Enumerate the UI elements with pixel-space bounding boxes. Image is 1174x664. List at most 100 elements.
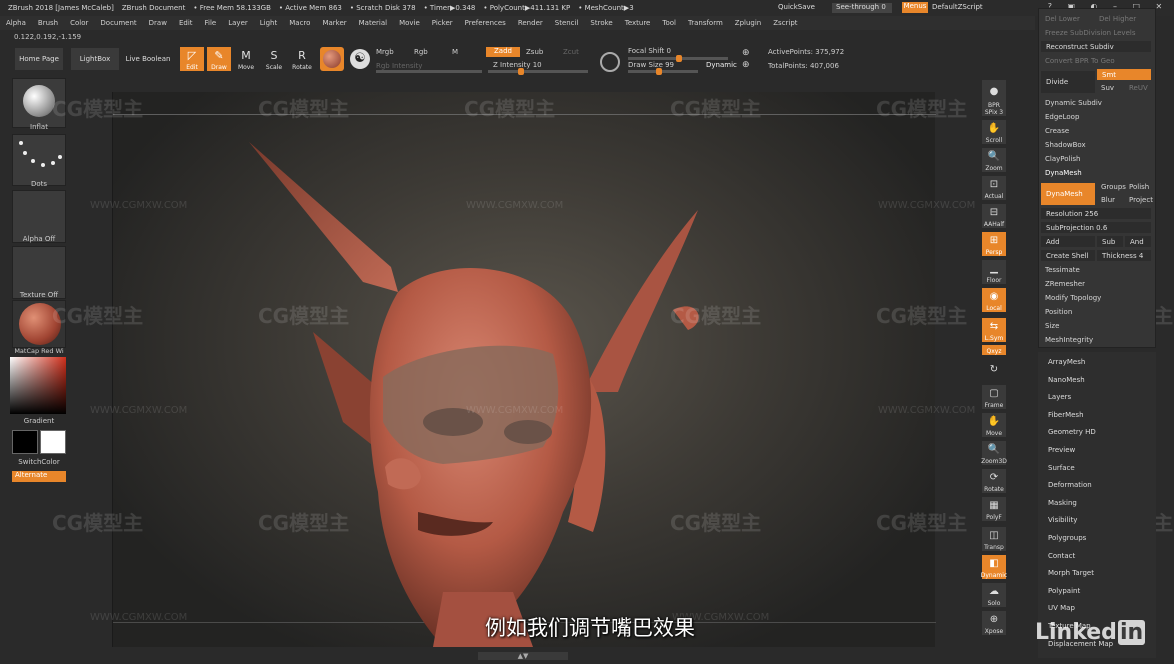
m-button[interactable]: M <box>452 48 458 56</box>
claypolish-section[interactable]: ClayPolish <box>1045 155 1081 163</box>
rgb-intensity-slider[interactable] <box>376 70 482 73</box>
thickness-slider[interactable]: Thickness 4 <box>1097 250 1151 261</box>
suv-toggle[interactable]: Suv <box>1101 84 1114 92</box>
draw-size-knob[interactable] <box>656 68 662 75</box>
menu-item-picker[interactable]: Picker <box>426 19 459 27</box>
alternate-button[interactable]: Alternate <box>12 471 66 482</box>
dynamesh-header[interactable]: DynaMesh <box>1045 169 1082 177</box>
convert-bpr-button[interactable]: Convert BPR To Geo <box>1045 57 1115 65</box>
menu-item-stencil[interactable]: Stencil <box>549 19 585 27</box>
add-button[interactable]: Add <box>1041 236 1095 247</box>
meshintegrity-section[interactable]: MeshIntegrity <box>1045 336 1093 344</box>
subpalette-polypaint[interactable]: Polypaint <box>1048 587 1080 595</box>
size-section[interactable]: Size <box>1045 322 1059 330</box>
secondary-color-swatch[interactable] <box>40 430 66 454</box>
stroke-slot[interactable] <box>12 134 66 186</box>
actual-button[interactable]: ⊡ Actual <box>982 176 1006 200</box>
floor-button[interactable]: ▁ Floor <box>982 260 1006 284</box>
subpalette-masking[interactable]: Masking <box>1048 499 1077 507</box>
menu-item-macro[interactable]: Macro <box>283 19 316 27</box>
scroll-button[interactable]: ✋ Scroll <box>982 120 1006 144</box>
blur-slider[interactable]: Blur <box>1101 196 1115 204</box>
menu-item-zplugin[interactable]: Zplugin <box>729 19 767 27</box>
menu-item-layer[interactable]: Layer <box>222 19 254 27</box>
dynamesh-button[interactable]: DynaMesh <box>1041 183 1095 205</box>
close-icon[interactable]: ✕ <box>1156 2 1163 13</box>
menu-item-preferences[interactable]: Preferences <box>459 19 512 27</box>
menu-item-stroke[interactable]: Stroke <box>584 19 618 27</box>
mrgb-button[interactable]: Mrgb <box>376 48 394 56</box>
menu-item-draw[interactable]: Draw <box>143 19 173 27</box>
freeze-subdiv-button[interactable]: Freeze SubDivision Levels <box>1045 29 1135 37</box>
edgeloop-section[interactable]: EdgeLoop <box>1045 113 1079 121</box>
zsub-button[interactable]: Zsub <box>526 48 543 56</box>
viewport[interactable] <box>112 92 936 647</box>
crease-section[interactable]: Crease <box>1045 127 1069 135</box>
subpalette-deformation[interactable]: Deformation <box>1048 481 1092 489</box>
and-button[interactable]: And <box>1125 236 1151 247</box>
z-intensity-knob[interactable] <box>518 68 524 75</box>
xyz-button[interactable]: Qxyz <box>982 345 1006 355</box>
zremesher-section[interactable]: ZRemesher <box>1045 280 1085 288</box>
rotate-view-button[interactable]: ⟳ Rotate <box>982 469 1006 493</box>
reconstruct-subdiv-button[interactable]: Reconstruct Subdiv <box>1041 41 1151 52</box>
bottom-shelf-handle[interactable]: ▲▼ <box>478 652 568 660</box>
menus-button[interactable]: Menus <box>902 2 928 13</box>
divide-button[interactable]: Divide <box>1041 71 1095 93</box>
color-picker[interactable] <box>10 357 66 414</box>
del-higher-button[interactable]: Del Higher <box>1099 15 1136 23</box>
switchcolor-button[interactable]: SwitchColor <box>12 458 66 466</box>
subpalette-uv-map[interactable]: UV Map <box>1048 604 1075 612</box>
transp-button[interactable]: ◫ Transp <box>982 527 1006 551</box>
live-boolean-button[interactable]: Live Boolean <box>122 47 174 71</box>
menu-item-document[interactable]: Document <box>94 19 142 27</box>
groups-toggle[interactable]: Groups <box>1101 183 1126 191</box>
bpr-button[interactable]: ● BPR SPix 3 <box>982 80 1006 116</box>
project-toggle[interactable]: Project <box>1129 196 1153 204</box>
rotate-axis-icons[interactable]: ↻ <box>982 358 1006 380</box>
frame-button[interactable]: ▢ Frame <box>982 385 1006 409</box>
menu-item-color[interactable]: Color <box>64 19 94 27</box>
dynamic-view-button[interactable]: ◧ Dynamic <box>981 555 1007 579</box>
subpalette-surface[interactable]: Surface <box>1048 464 1075 472</box>
subpalette-polygroups[interactable]: Polygroups <box>1048 534 1086 542</box>
menu-item-edit[interactable]: Edit <box>173 19 199 27</box>
subpalette-arraymesh[interactable]: ArrayMesh <box>1048 358 1085 366</box>
lsym-button[interactable]: ⇆ L.Sym <box>982 318 1006 342</box>
menu-item-file[interactable]: File <box>199 19 223 27</box>
home-page-button[interactable]: Home Page <box>14 47 64 71</box>
menu-item-material[interactable]: Material <box>353 19 393 27</box>
default-zscript[interactable]: DefaultZScript <box>932 3 983 11</box>
zoom3d-button[interactable]: 🔍 Zoom3D <box>981 441 1007 465</box>
dynamic-subdiv-section[interactable]: Dynamic Subdiv <box>1045 99 1102 107</box>
subpalette-morph-target[interactable]: Morph Target <box>1048 569 1094 577</box>
subpalette-contact[interactable]: Contact <box>1048 552 1075 560</box>
quicksave-button[interactable]: QuickSave <box>778 3 815 11</box>
menu-item-marker[interactable]: Marker <box>316 19 352 27</box>
z-intensity-slider[interactable] <box>488 68 588 75</box>
shadowbox-section[interactable]: ShadowBox <box>1045 141 1086 149</box>
subpalette-preview[interactable]: Preview <box>1048 446 1075 454</box>
resolution-slider[interactable]: Resolution 256 <box>1041 208 1151 219</box>
solo-button[interactable]: ☁ Solo <box>982 583 1006 607</box>
scale-button[interactable]: S Scale <box>262 47 286 71</box>
focal-shift-knob[interactable] <box>676 55 682 62</box>
polish-toggle[interactable]: Polish <box>1129 183 1149 191</box>
create-shell-button[interactable]: Create Shell <box>1041 250 1095 261</box>
stroke-thumb[interactable]: ☯ <box>348 47 372 71</box>
move-button[interactable]: M Move <box>234 47 258 71</box>
zcut-button[interactable]: Zcut <box>563 48 579 56</box>
xpose-button[interactable]: ⊕ Xpose <box>982 611 1006 635</box>
menu-item-movie[interactable]: Movie <box>393 19 426 27</box>
draw-size-slider[interactable] <box>628 68 698 75</box>
persp-button[interactable]: ⊞ Persp <box>982 232 1006 256</box>
menu-item-brush[interactable]: Brush <box>32 19 64 27</box>
menu-item-light[interactable]: Light <box>254 19 283 27</box>
dynamic-button[interactable]: Dynamic <box>706 61 737 69</box>
modify-topology-section[interactable]: Modify Topology <box>1045 294 1101 302</box>
menu-item-transform[interactable]: Transform <box>682 19 729 27</box>
sub-button[interactable]: Sub <box>1097 236 1123 247</box>
focal-shift-slider[interactable] <box>628 55 728 62</box>
smt-toggle[interactable]: Smt <box>1097 69 1151 80</box>
menu-item-zscript[interactable]: Zscript <box>767 19 803 27</box>
